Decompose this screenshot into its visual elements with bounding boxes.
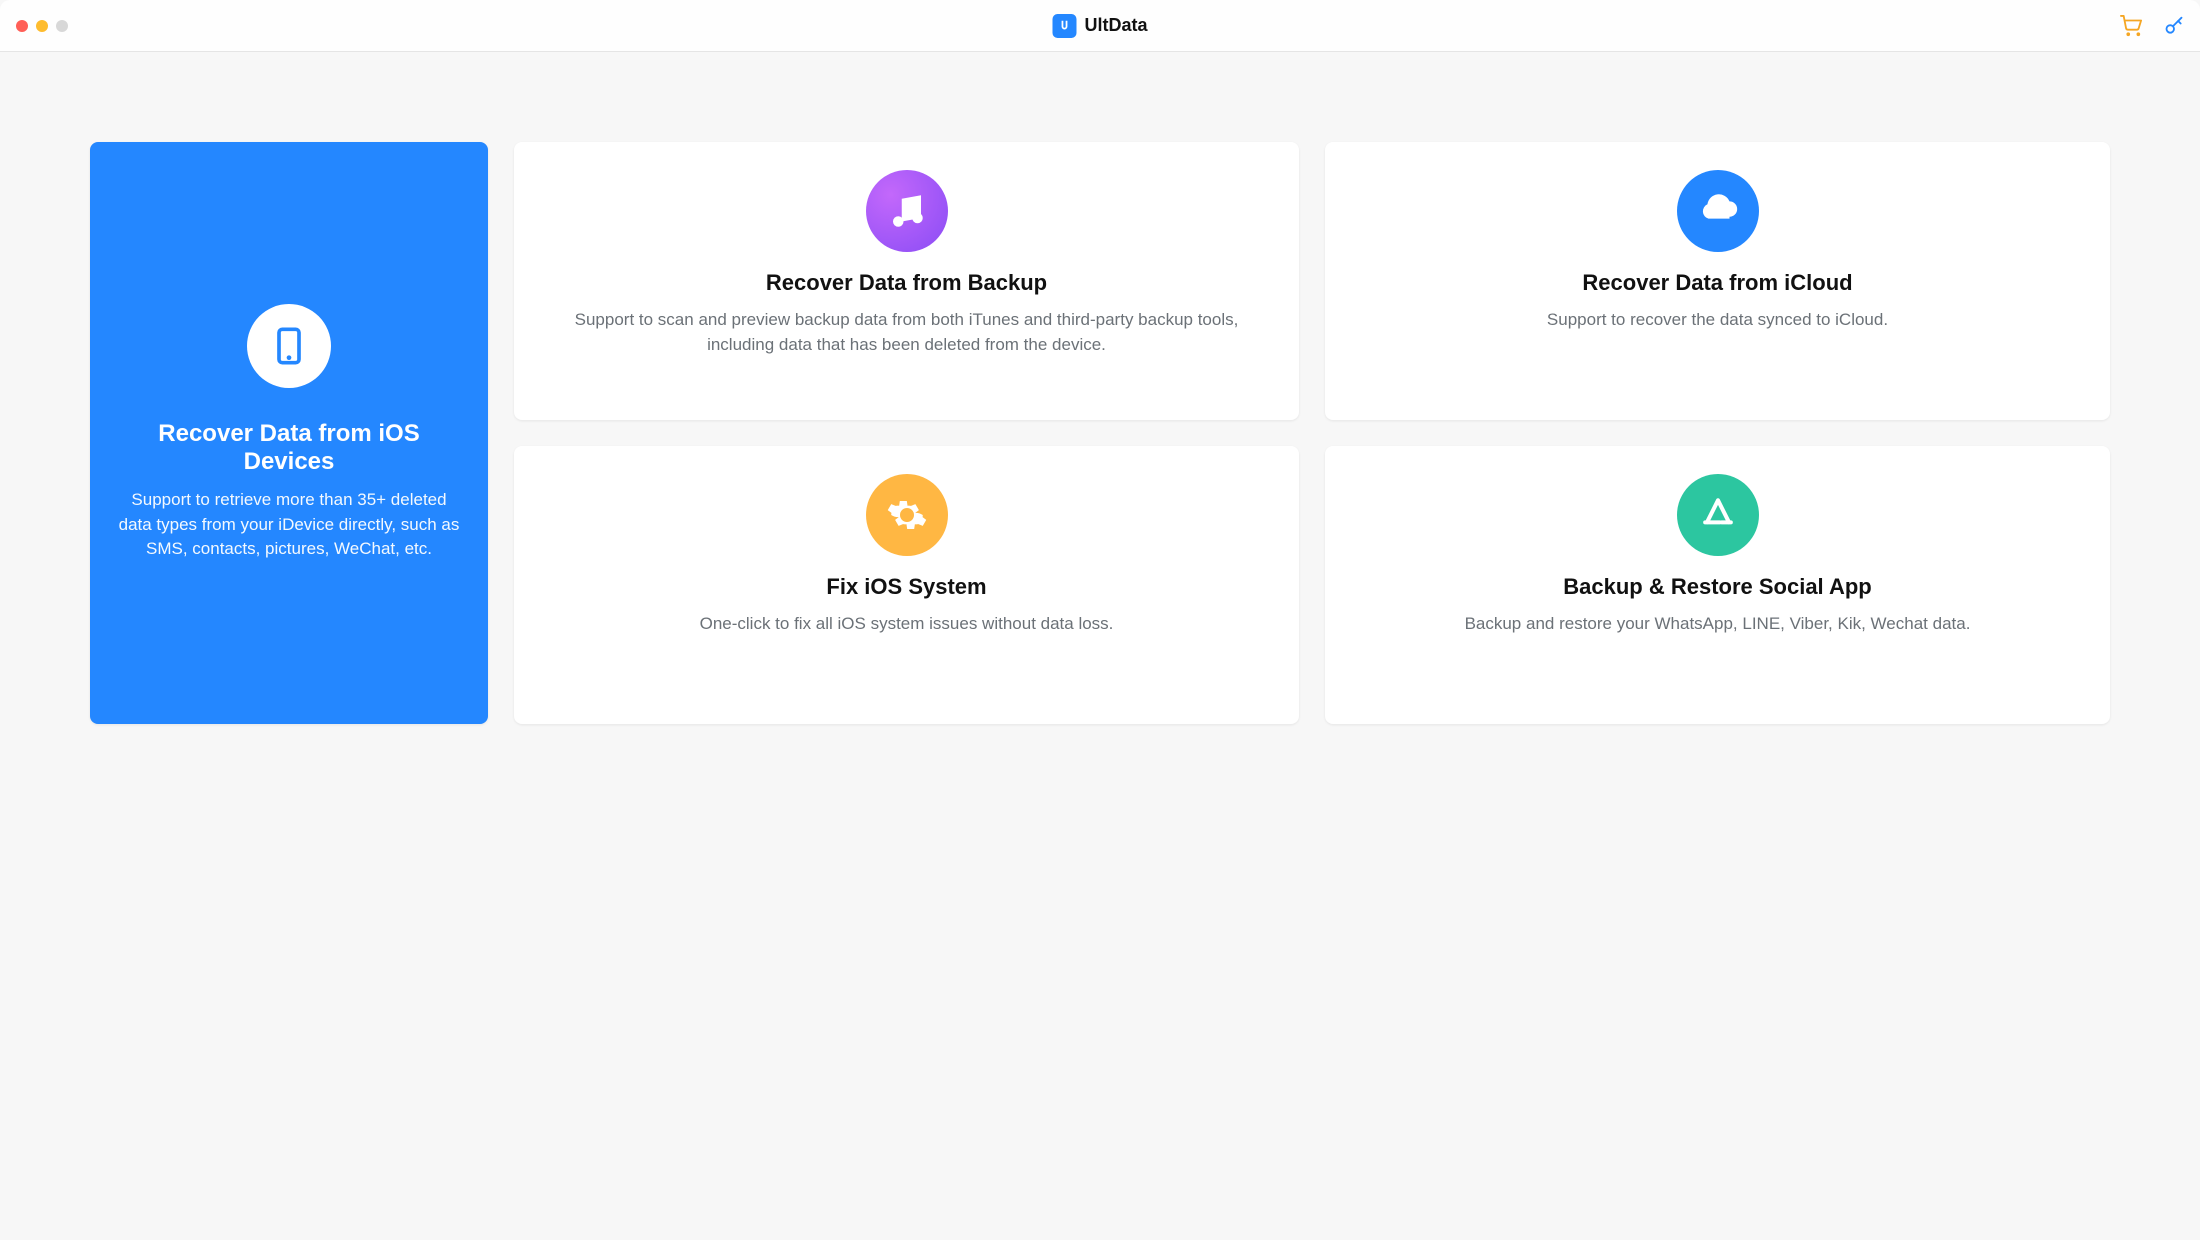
card-title: Backup & Restore Social App (1361, 574, 2074, 600)
app-title: UltData (1052, 14, 1147, 38)
app-window: UltData (0, 0, 2200, 1240)
main-content: Recover Data from iOS Devices Support to… (0, 52, 2200, 764)
gear-icon (866, 474, 948, 556)
card-recover-backup[interactable]: Recover Data from Backup Support to scan… (514, 142, 1299, 420)
card-title: Recover Data from Backup (550, 270, 1263, 296)
card-desc: One-click to fix all iOS system issues w… (550, 612, 1263, 637)
card-desc: Backup and restore your WhatsApp, LINE, … (1361, 612, 2074, 637)
key-icon[interactable] (2164, 16, 2184, 36)
card-fix-ios[interactable]: Fix iOS System One-click to fix all iOS … (514, 446, 1299, 724)
card-desc: Support to scan and preview backup data … (550, 308, 1263, 357)
card-desc: Support to recover the data synced to iC… (1361, 308, 2074, 333)
card-social-backup[interactable]: Backup & Restore Social App Backup and r… (1325, 446, 2110, 724)
window-controls (16, 20, 68, 32)
close-icon[interactable] (16, 20, 28, 32)
card-title: Fix iOS System (550, 574, 1263, 600)
app-name-label: UltData (1084, 15, 1147, 36)
cart-icon[interactable] (2120, 15, 2142, 37)
minimize-icon[interactable] (36, 20, 48, 32)
card-title: Recover Data from iOS Devices (114, 420, 464, 476)
maximize-icon (56, 20, 68, 32)
app-logo-icon (1052, 14, 1076, 38)
cloud-icon (1677, 170, 1759, 252)
titlebar-actions (2120, 15, 2184, 37)
titlebar: UltData (0, 0, 2200, 52)
appstore-icon (1677, 474, 1759, 556)
card-desc: Support to retrieve more than 35+ delete… (114, 488, 464, 562)
card-recover-icloud[interactable]: Recover Data from iCloud Support to reco… (1325, 142, 2110, 420)
music-icon (866, 170, 948, 252)
device-icon (247, 304, 331, 388)
card-title: Recover Data from iCloud (1361, 270, 2074, 296)
card-recover-ios[interactable]: Recover Data from iOS Devices Support to… (90, 142, 488, 724)
